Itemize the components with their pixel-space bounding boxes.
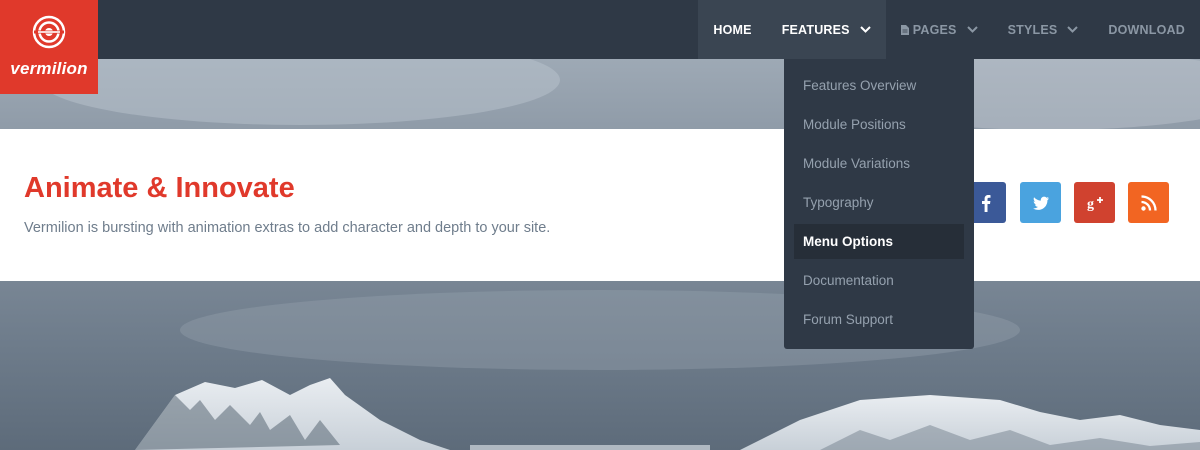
nav-home-label: HOME	[713, 22, 752, 37]
banner-subtitle: Vermilion is bursting with animation ext…	[24, 220, 551, 236]
document-icon	[900, 24, 909, 35]
dropdown-item-module-variations[interactable]: Module Variations	[794, 146, 964, 181]
nav-features-label: FEATURES	[781, 22, 850, 37]
facebook-icon	[981, 194, 990, 212]
nav-pages[interactable]: PAGES	[886, 0, 993, 59]
google-plus-button[interactable]: g	[1074, 182, 1115, 223]
nav-download[interactable]: DOWNLOAD	[1093, 0, 1200, 59]
vermilion-logo-icon	[32, 15, 66, 49]
main-nav: HOME FEATURES PAGES STYLES DOWNLOAD	[698, 0, 1200, 59]
top-navbar: HOME FEATURES PAGES STYLES DOWNLOAD	[0, 0, 1200, 59]
brand-name: vermilion	[10, 59, 88, 78]
features-dropdown: Features Overview Module Positions Modul…	[784, 59, 974, 349]
nav-home[interactable]: HOME	[698, 0, 767, 59]
rss-icon	[1140, 194, 1157, 211]
brand-logo[interactable]: vermilion	[0, 0, 98, 94]
nav-styles-label: STYLES	[1007, 22, 1058, 37]
dropdown-item-typography[interactable]: Typography	[794, 185, 964, 220]
svg-text:g: g	[1087, 197, 1094, 212]
chevron-down-icon	[1067, 26, 1079, 33]
banner-title: Animate & Innovate	[24, 172, 295, 204]
chevron-down-icon	[860, 26, 871, 33]
dropdown-item-module-positions[interactable]: Module Positions	[794, 107, 964, 142]
google-plus-icon: g	[1087, 196, 1103, 212]
twitter-icon	[1032, 196, 1049, 210]
dropdown-item-menu-options[interactable]: Menu Options	[794, 224, 964, 259]
rss-button[interactable]	[1128, 182, 1169, 223]
nav-styles[interactable]: STYLES	[993, 0, 1094, 59]
dropdown-item-forum-support[interactable]: Forum Support	[794, 302, 964, 337]
nav-download-label: DOWNLOAD	[1108, 22, 1185, 37]
nav-features[interactable]: FEATURES	[766, 0, 886, 59]
dropdown-item-documentation[interactable]: Documentation	[794, 263, 964, 298]
dropdown-item-features-overview[interactable]: Features Overview	[794, 68, 964, 103]
nav-pages-label: PAGES	[912, 22, 957, 37]
chevron-down-icon	[966, 26, 978, 33]
twitter-button[interactable]	[1020, 182, 1061, 223]
